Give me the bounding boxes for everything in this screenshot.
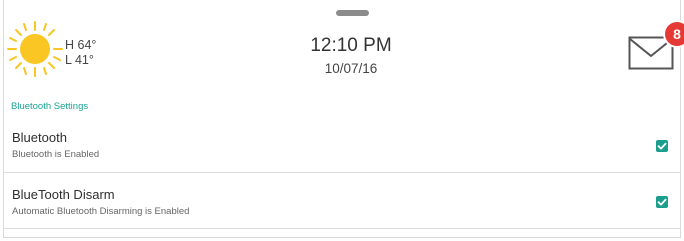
setting-title: BlueTooth Disarm [12, 187, 115, 202]
sun-icon [6, 18, 64, 80]
message-count-badge: 8 [665, 22, 684, 46]
setting-title: Bluetooth [12, 130, 67, 145]
temperature-low: L 41° [65, 53, 94, 67]
clock-time: 12:10 PM [310, 35, 392, 56]
checkmark-icon [657, 142, 667, 150]
temperature-high: H 64° [65, 38, 97, 52]
bluetooth-checkbox[interactable] [656, 140, 668, 152]
checkmark-icon [657, 198, 667, 206]
pull-down-handle[interactable] [336, 10, 369, 16]
setting-subtitle: Automatic Bluetooth Disarming is Enabled [12, 206, 190, 217]
bluetooth-disarm-checkbox[interactable] [656, 196, 668, 208]
setting-subtitle: Bluetooth is Enabled [12, 149, 100, 160]
setting-row-bluetooth-disarm[interactable]: BlueTooth Disarm Automatic Bluetooth Dis… [4, 173, 680, 229]
section-title: Bluetooth Settings [11, 101, 89, 112]
setting-row-bluetooth[interactable]: Bluetooth Bluetooth is Enabled [4, 120, 680, 173]
clock-date: 10/07/16 [324, 61, 378, 76]
